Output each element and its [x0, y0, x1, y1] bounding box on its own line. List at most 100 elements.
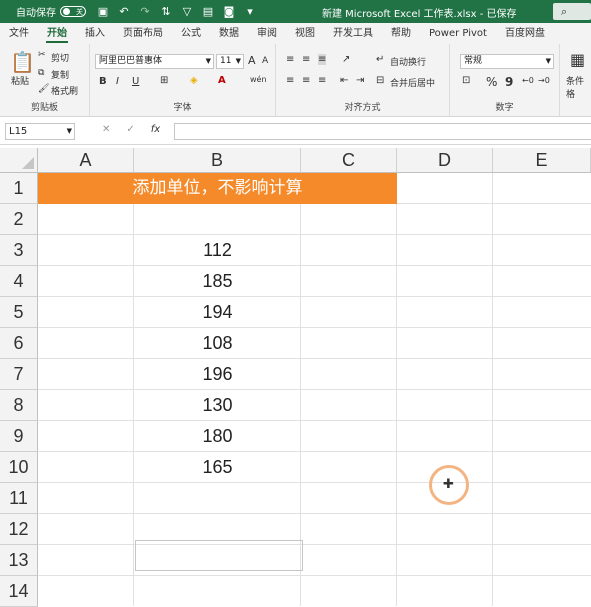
- align-middle-icon[interactable]: ≡: [302, 54, 310, 65]
- format-painter-icon[interactable]: 🖌: [38, 84, 49, 94]
- row-header-10[interactable]: 10: [0, 452, 38, 483]
- paste-button[interactable]: 粘贴: [11, 74, 29, 87]
- row-header-13[interactable]: 13: [0, 545, 38, 576]
- align-top-icon[interactable]: ≡: [286, 54, 294, 65]
- row-header-3[interactable]: 3: [0, 235, 38, 266]
- tab-review[interactable]: 审阅: [248, 23, 286, 44]
- cut-button[interactable]: 剪切: [51, 51, 69, 64]
- tab-developer[interactable]: 开发工具: [324, 23, 382, 44]
- cell-b9[interactable]: 180: [134, 421, 301, 452]
- align-center-icon[interactable]: ≡: [302, 75, 310, 86]
- undo-icon[interactable]: ↶: [117, 5, 131, 18]
- increase-decimal-icon[interactable]: ←0: [522, 76, 534, 85]
- cancel-icon[interactable]: ✕: [102, 124, 110, 135]
- column-header-c[interactable]: C: [301, 148, 397, 173]
- column-header-d[interactable]: D: [397, 148, 493, 173]
- cut-icon[interactable]: ✂: [38, 50, 46, 60]
- filter-icon[interactable]: ▽: [180, 5, 194, 18]
- row-header-9[interactable]: 9: [0, 421, 38, 452]
- border-icon[interactable]: ⊞: [160, 75, 168, 86]
- tab-home[interactable]: 开始: [38, 23, 76, 44]
- tab-page-layout[interactable]: 页面布局: [114, 23, 172, 44]
- tab-help[interactable]: 帮助: [382, 23, 420, 44]
- decrease-font-icon[interactable]: A: [262, 56, 268, 66]
- customize-icon[interactable]: ▾: [243, 5, 257, 18]
- decrease-indent-icon[interactable]: ⇤: [340, 75, 348, 86]
- tab-file[interactable]: 文件: [0, 23, 38, 44]
- cell-b6[interactable]: 108: [134, 328, 301, 359]
- number-format-select[interactable]: 常规 ▼: [460, 54, 554, 69]
- row-header-8[interactable]: 8: [0, 390, 38, 421]
- row-header-1[interactable]: 1: [0, 173, 38, 204]
- currency-icon[interactable]: ⊡: [462, 75, 470, 86]
- row-header-11[interactable]: 11: [0, 483, 38, 514]
- tab-baidu-netdisk[interactable]: 百度网盘: [496, 23, 554, 44]
- sort-icon[interactable]: ⇅: [159, 5, 173, 18]
- wrap-text-icon[interactable]: ↵: [376, 54, 384, 65]
- align-right-icon[interactable]: ≡: [318, 75, 326, 86]
- redo-icon[interactable]: ↷: [138, 5, 152, 18]
- search-box[interactable]: ⌕: [553, 3, 591, 20]
- tab-insert[interactable]: 插入: [76, 23, 114, 44]
- formula-icons: ✕ ✓ fx: [102, 124, 160, 135]
- tab-power-pivot[interactable]: Power Pivot: [420, 23, 496, 44]
- number-format-value: 常规: [464, 56, 483, 66]
- increase-font-icon[interactable]: A: [248, 54, 256, 67]
- tab-data[interactable]: 数据: [210, 23, 248, 44]
- column-header-e[interactable]: E: [493, 148, 591, 173]
- autosave-toggle[interactable]: 关: [60, 6, 86, 17]
- orientation-icon[interactable]: ↗: [342, 54, 350, 65]
- enter-icon[interactable]: ✓: [126, 124, 134, 135]
- row-header-12[interactable]: 12: [0, 514, 38, 545]
- insert-function-icon[interactable]: fx: [151, 124, 160, 135]
- cell-b7[interactable]: 196: [134, 359, 301, 390]
- tab-formulas[interactable]: 公式: [172, 23, 210, 44]
- wrap-text-button[interactable]: 自动换行: [390, 55, 426, 68]
- row-header-2[interactable]: 2: [0, 204, 38, 235]
- select-all-button[interactable]: [0, 148, 38, 173]
- cell-b8[interactable]: 130: [134, 390, 301, 421]
- merge-center-icon[interactable]: ⊟: [376, 75, 384, 86]
- decrease-decimal-icon[interactable]: →0: [538, 76, 550, 85]
- merged-title-cell[interactable]: 添加单位，不影响计算: [38, 173, 397, 204]
- formula-input[interactable]: [174, 123, 591, 140]
- paste-icon[interactable]: 📋: [10, 50, 35, 74]
- table-icon[interactable]: ▤: [201, 5, 215, 18]
- conditional-formatting-icon[interactable]: ▦: [570, 50, 585, 69]
- merge-center-button[interactable]: 合并后居中: [390, 76, 435, 89]
- cell-b10[interactable]: 165: [134, 452, 301, 483]
- camera-icon[interactable]: ◙: [222, 5, 236, 18]
- row-header-14[interactable]: 14: [0, 576, 38, 607]
- fill-color-icon[interactable]: ◈: [190, 75, 198, 86]
- align-left-icon[interactable]: ≡: [286, 75, 294, 86]
- align-bottom-icon[interactable]: ≡: [318, 54, 327, 65]
- tab-view[interactable]: 视图: [286, 23, 324, 44]
- column-header-b[interactable]: B: [134, 148, 301, 173]
- gridline: [38, 265, 591, 266]
- underline-button[interactable]: U: [132, 76, 139, 87]
- increase-indent-icon[interactable]: ⇥: [356, 75, 364, 86]
- row-header-5[interactable]: 5: [0, 297, 38, 328]
- cell-b4[interactable]: 185: [134, 266, 301, 297]
- name-box[interactable]: L15 ▼: [5, 123, 75, 140]
- cell-b3[interactable]: 112: [134, 235, 301, 266]
- percent-button[interactable]: %: [486, 75, 497, 89]
- comma-style-button[interactable]: 9: [505, 75, 513, 89]
- copy-button[interactable]: 复制: [51, 68, 69, 81]
- font-size-select[interactable]: 11 ▼: [216, 54, 244, 69]
- cell-b5[interactable]: 194: [134, 297, 301, 328]
- save-icon[interactable]: ▣: [96, 5, 110, 18]
- italic-button[interactable]: I: [116, 76, 119, 87]
- font-color-icon[interactable]: A: [218, 75, 226, 86]
- row-header-6[interactable]: 6: [0, 328, 38, 359]
- bold-button[interactable]: B: [99, 76, 107, 87]
- format-painter-button[interactable]: 格式刷: [51, 84, 78, 97]
- column-header-a[interactable]: A: [38, 148, 134, 173]
- copy-icon[interactable]: ⧉: [38, 68, 44, 78]
- conditional-formatting-button[interactable]: 条件格: [566, 74, 591, 100]
- phonetic-icon[interactable]: wén: [250, 75, 267, 84]
- font-name-select[interactable]: 阿里巴巴普惠体 ▼: [95, 54, 214, 69]
- row-header-7[interactable]: 7: [0, 359, 38, 390]
- number-group-label: 数字: [495, 103, 514, 113]
- row-header-4[interactable]: 4: [0, 266, 38, 297]
